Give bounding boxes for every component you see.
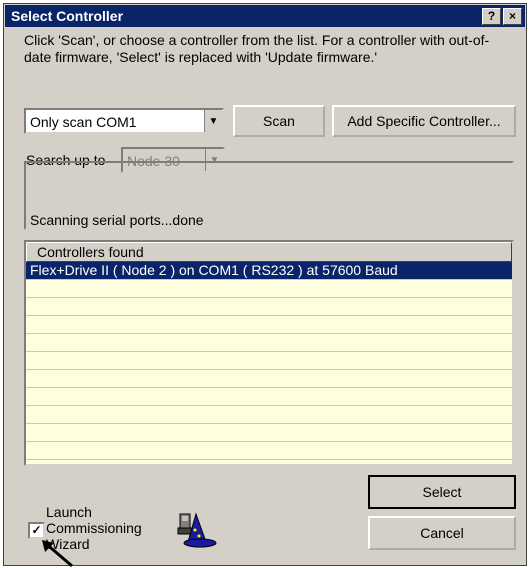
list-item-empty: [26, 388, 512, 406]
list-item-empty: [26, 334, 512, 352]
list-item[interactable]: Flex+Drive II ( Node 2 ) on COM1 ( RS232…: [26, 262, 512, 280]
instructions-text: Click 'Scan', or choose a controller fro…: [24, 32, 490, 65]
cancel-button[interactable]: Cancel: [368, 516, 516, 550]
list-item-empty: [26, 442, 512, 460]
select-button[interactable]: Select: [368, 475, 516, 509]
scan-button[interactable]: Scan: [233, 105, 325, 137]
list-item-empty: [26, 370, 512, 388]
title-bar: Select Controller ? ×: [5, 5, 525, 27]
list-item-empty: [26, 316, 512, 334]
controllers-list[interactable]: Controllers found Flex+Drive II ( Node 2…: [24, 240, 514, 466]
wizard-icon: [177, 512, 217, 548]
list-item-empty: [26, 352, 512, 370]
column-header-controllers-found[interactable]: Controllers found: [26, 242, 512, 262]
select-controller-dialog: Select Controller ? × Click 'Scan', or c…: [3, 3, 527, 566]
list-item-empty: [26, 406, 512, 424]
status-text: Scanning serial ports...done: [30, 212, 204, 228]
launch-wizard-checkbox[interactable]: ✓: [28, 522, 45, 539]
mouse-pointer-icon: [42, 540, 73, 568]
status-panel: Scanning serial ports...done: [24, 161, 514, 230]
close-button[interactable]: ×: [503, 8, 522, 25]
window-title: Select Controller: [11, 8, 124, 24]
list-item-empty: [26, 424, 512, 442]
scan-scope-dropdown[interactable]: Only scan COM1 ▼: [24, 108, 224, 134]
scan-scope-value: Only scan COM1: [30, 114, 137, 130]
add-specific-controller-button[interactable]: Add Specific Controller...: [332, 105, 516, 137]
help-button[interactable]: ?: [482, 8, 501, 25]
dropdown-arrow-icon[interactable]: ▼: [204, 110, 222, 132]
list-item-empty: [26, 280, 512, 298]
list-item-empty: [26, 298, 512, 316]
